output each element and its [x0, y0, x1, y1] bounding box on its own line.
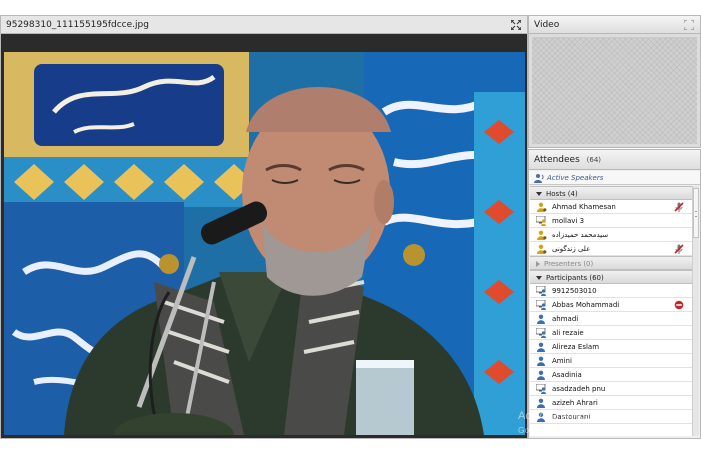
no-microphone-icon — [674, 244, 684, 254]
share-pod-title-bar: 95298310_111155195fdcce.jpg — [1, 16, 527, 34]
participant-row[interactable]: ahmadi — [530, 312, 692, 326]
attendee-name: asadzadeh pnu — [552, 385, 606, 393]
active-speakers-icon — [534, 174, 544, 183]
attendee-name: Ahmad Khamesan — [552, 203, 616, 211]
attendee-name: علی زندگونی — [552, 245, 591, 253]
attendees-count: (64) — [586, 156, 602, 164]
user-icon — [537, 314, 545, 324]
participants-label: Participants (60) — [546, 274, 604, 282]
chevron-down-icon — [536, 192, 542, 196]
host-row[interactable]: mollavi 3 — [530, 214, 692, 228]
remove-icon — [674, 300, 684, 310]
user-icon — [537, 370, 545, 380]
monitor-user-icon — [536, 328, 546, 338]
hosts-list: Ahmad Khamesan mollavi 3 سیدمحمد حمیدزاده ع… — [530, 200, 692, 256]
attendees-title: Attendees — [534, 155, 580, 165]
presenters-section-header[interactable]: Presenters (0) — [530, 256, 692, 270]
active-speakers-label: Active Speakers — [547, 174, 604, 182]
host-row[interactable]: علی زندگونی — [530, 242, 692, 256]
host-user-icon — [537, 244, 547, 254]
video-area — [532, 37, 697, 144]
share-pod-title: 95298310_111155195fdcce.jpg — [6, 20, 149, 30]
attendees-pod-title-bar: Attendees (64) — [529, 150, 700, 170]
attendee-name: Abbas Mohammadi — [552, 301, 620, 309]
participant-row[interactable]: 9912503010 — [530, 284, 692, 298]
hosts-label: Hosts (4) — [546, 190, 578, 198]
user-icon — [537, 398, 545, 408]
monitor-user-icon — [536, 300, 546, 310]
host-row[interactable]: سیدمحمد حمیدزاده — [530, 228, 692, 242]
attendee-name: azizeh Ahrari — [552, 399, 598, 407]
monitor-user-icon — [536, 286, 546, 296]
chevron-right-icon — [536, 261, 540, 267]
activation-watermark: Activate Windows Go to Settings to activ… — [518, 409, 652, 437]
attendee-name: ahmadi — [552, 315, 579, 323]
fullscreen-icon[interactable] — [511, 20, 521, 30]
scrollbar-thumb[interactable] — [693, 188, 699, 238]
participant-row[interactable]: azizeh Ahrari — [530, 396, 692, 410]
participants-list: 9912503010 Abbas Mohammadi ahmadi ali rezai… — [530, 284, 692, 424]
shared-photo — [4, 52, 525, 435]
attendee-name: 9912503010 — [552, 287, 597, 295]
monitor-user-icon — [536, 384, 546, 394]
video-pod: Video — [528, 15, 701, 148]
chevron-down-icon — [536, 276, 542, 280]
attendee-name: Amini — [552, 357, 572, 365]
attendee-list-scrollbar[interactable] — [692, 186, 699, 436]
no-microphone-icon — [674, 202, 684, 212]
video-pod-title-bar: Video — [529, 16, 700, 34]
participant-row[interactable]: Asadinia — [530, 368, 692, 382]
share-pod: 95298310_111155195fdcce.jpg — [0, 15, 528, 439]
host-user-icon — [537, 230, 547, 240]
watermark-title: Activate Windows — [518, 410, 605, 422]
shared-image — [4, 52, 525, 435]
attendees-pod: Attendees (64) Active Speakers Hosts (4)… — [528, 149, 701, 439]
participant-row[interactable]: ali rezaie — [530, 326, 692, 340]
video-pod-title: Video — [534, 20, 560, 30]
attendee-name: mollavi 3 — [552, 217, 585, 225]
attendee-name: Asadinia — [552, 371, 582, 379]
attendee-list[interactable]: Hosts (4) Ahmad Khamesan mollavi 3 سیدمحمد… — [530, 186, 692, 436]
attendee-name: Alireza Eslam — [552, 343, 600, 351]
host-row[interactable]: Ahmad Khamesan — [530, 200, 692, 214]
attendee-name: سیدمحمد حمیدزاده — [552, 231, 609, 239]
attendee-name: ali rezaie — [552, 329, 584, 337]
participants-section-header[interactable]: Participants (60) — [530, 270, 692, 284]
participant-row[interactable]: Amini — [530, 354, 692, 368]
fullscreen-icon[interactable] — [684, 20, 694, 30]
active-speakers-row[interactable]: Active Speakers — [529, 171, 700, 185]
user-icon — [537, 356, 545, 366]
host-user-icon — [537, 202, 547, 212]
presenters-label: Presenters (0) — [544, 260, 594, 268]
hosts-section-header[interactable]: Hosts (4) — [530, 186, 692, 200]
participant-row[interactable]: Alireza Eslam — [530, 340, 692, 354]
host-monitor-user-icon — [536, 216, 546, 226]
user-icon — [537, 342, 545, 352]
participant-row[interactable]: asadzadeh pnu — [530, 382, 692, 396]
participant-row[interactable]: Abbas Mohammadi — [530, 298, 692, 312]
watermark-subtitle: Go to Settings to activate Windows. — [518, 425, 653, 435]
